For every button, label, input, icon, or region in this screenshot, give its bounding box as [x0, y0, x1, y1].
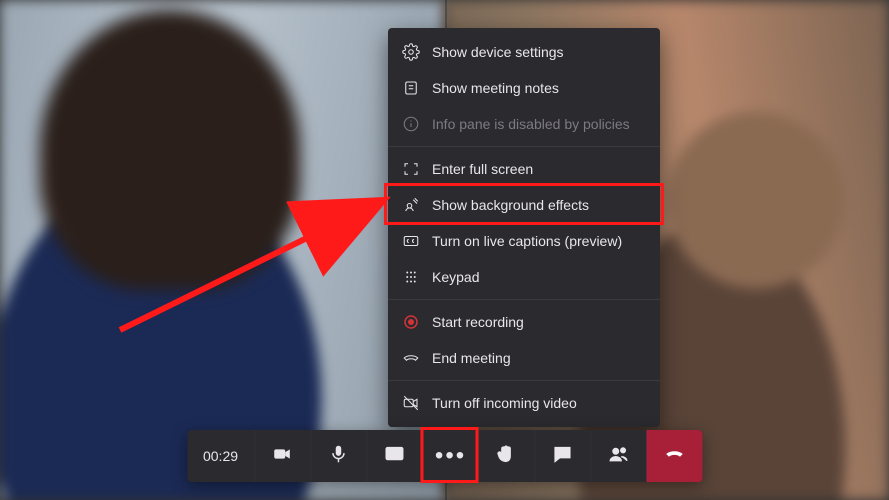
menu-start-recording[interactable]: Start recording: [388, 304, 660, 340]
raise-hand-button[interactable]: [478, 430, 534, 482]
captions-icon: [402, 232, 420, 250]
menu-separator: [388, 380, 660, 381]
chat-button[interactable]: [534, 430, 590, 482]
hangup-button[interactable]: [646, 430, 702, 482]
menu-label: Enter full screen: [432, 161, 533, 177]
menu-label: Show background effects: [432, 197, 589, 213]
video-off-icon: [402, 394, 420, 412]
menu-end-meeting[interactable]: End meeting: [388, 340, 660, 376]
camera-button[interactable]: [254, 430, 310, 482]
menu-separator: [388, 146, 660, 147]
keypad-icon: [402, 268, 420, 286]
menu-label: End meeting: [432, 350, 511, 366]
menu-label: Show device settings: [432, 44, 564, 60]
menu-separator: [388, 299, 660, 300]
menu-keypad[interactable]: Keypad: [388, 259, 660, 295]
menu-label: Turn off incoming video: [432, 395, 577, 411]
menu-background-effects[interactable]: Show background effects: [388, 187, 660, 223]
fullscreen-icon: [402, 160, 420, 178]
menu-incoming-video-off[interactable]: Turn off incoming video: [388, 385, 660, 421]
more-actions-menu: Show device settings Show meeting notes …: [388, 28, 660, 427]
menu-device-settings[interactable]: Show device settings: [388, 34, 660, 70]
menu-label: Start recording: [432, 314, 524, 330]
participants-button[interactable]: [590, 430, 646, 482]
gear-icon: [402, 43, 420, 61]
share-screen-icon: [384, 443, 406, 470]
menu-info-pane-disabled: Info pane is disabled by policies: [388, 106, 660, 142]
hand-icon: [496, 443, 518, 470]
notes-icon: [402, 79, 420, 97]
menu-label: Keypad: [432, 269, 479, 285]
info-icon: [402, 115, 420, 133]
menu-label: Info pane is disabled by policies: [432, 116, 630, 132]
menu-live-captions[interactable]: Turn on live captions (preview): [388, 223, 660, 259]
people-icon: [608, 443, 630, 470]
menu-label: Turn on live captions (preview): [432, 233, 622, 249]
meeting-toolbar: 00:29 •••: [187, 430, 702, 482]
hangup-icon: [664, 443, 686, 470]
record-icon: [402, 313, 420, 331]
menu-meeting-notes[interactable]: Show meeting notes: [388, 70, 660, 106]
mic-button[interactable]: [310, 430, 366, 482]
share-button[interactable]: [366, 430, 422, 482]
background-effects-icon: [402, 196, 420, 214]
participant-hair: [40, 10, 300, 290]
menu-label: Show meeting notes: [432, 80, 559, 96]
chat-icon: [552, 443, 574, 470]
mic-icon: [328, 443, 350, 470]
camera-icon: [272, 443, 294, 470]
end-call-icon: [402, 349, 420, 367]
menu-full-screen[interactable]: Enter full screen: [388, 151, 660, 187]
call-timer: 00:29: [187, 430, 254, 482]
more-actions-button[interactable]: •••: [422, 430, 478, 482]
